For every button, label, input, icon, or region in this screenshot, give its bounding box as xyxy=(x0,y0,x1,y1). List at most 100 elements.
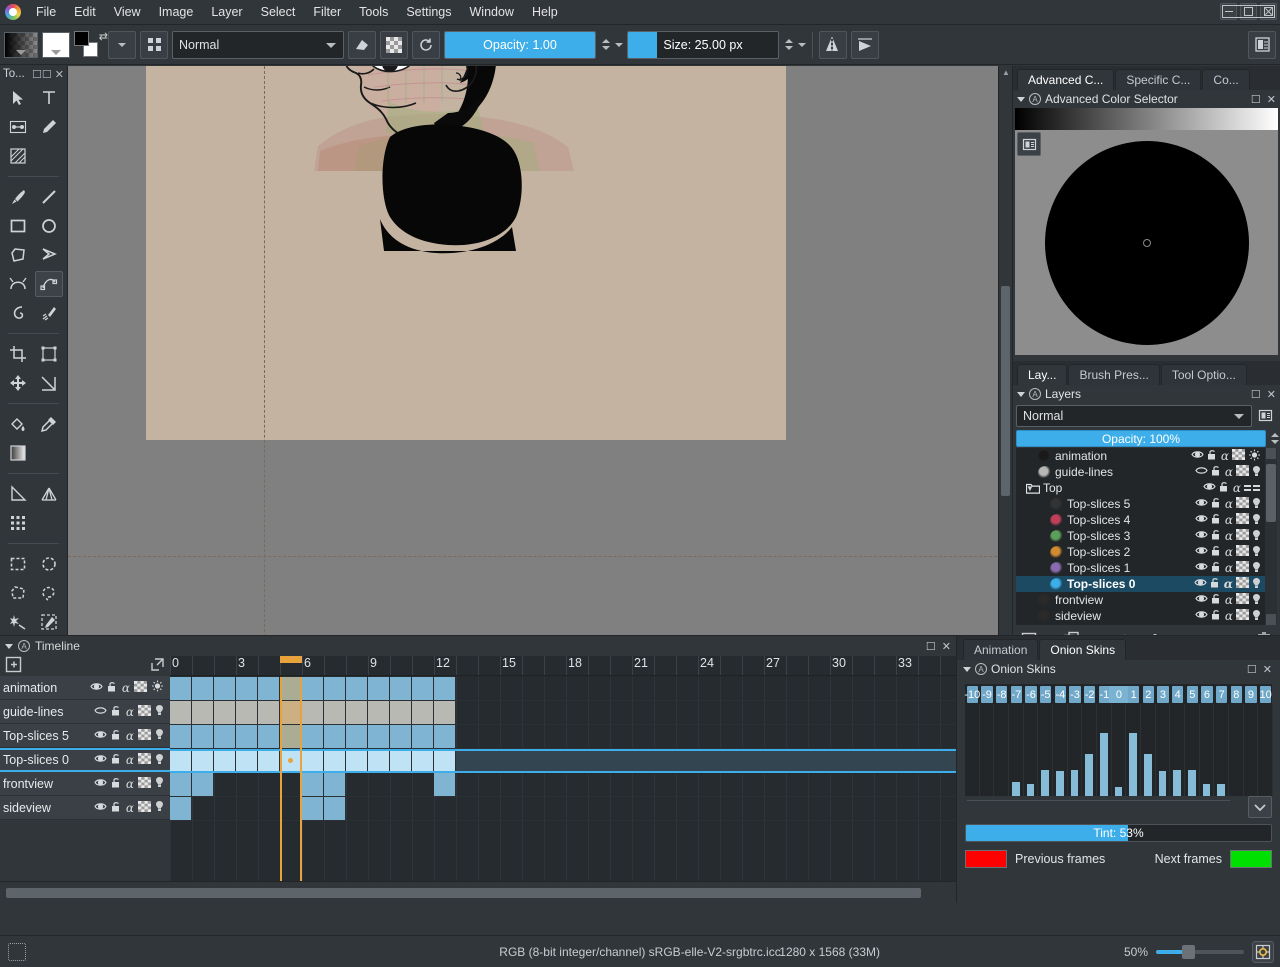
onion-skin-icon[interactable] xyxy=(151,680,164,695)
expand-group-icon[interactable]: ▼ xyxy=(1026,484,1034,493)
checker-icon[interactable] xyxy=(138,753,151,767)
timeline-keyframe-cell[interactable] xyxy=(346,677,368,701)
timeline-keyframe-cell[interactable] xyxy=(170,773,192,797)
onion-skin-icon[interactable] xyxy=(1248,449,1261,464)
size-slider[interactable]: Size: 25.00 px xyxy=(627,31,779,59)
timeline-keyframe-cell[interactable] xyxy=(192,677,214,701)
alpha-icon[interactable]: α xyxy=(1225,561,1233,575)
checker-icon[interactable] xyxy=(138,705,151,719)
tab-onion-skins[interactable]: Onion Skins xyxy=(1039,639,1126,660)
onion-skin-opacity-bar-3[interactable] xyxy=(1159,771,1167,796)
unlocked-icon[interactable] xyxy=(1211,529,1222,543)
onion-skin-offset-label--4[interactable]: -4 xyxy=(1055,686,1067,703)
visible-icon[interactable] xyxy=(94,729,107,743)
expand-timeline-icon[interactable] xyxy=(150,657,165,675)
alpha-icon[interactable]: α xyxy=(126,801,134,815)
timeline-keyframe-cell[interactable] xyxy=(192,701,214,725)
ruler-triangle-icon[interactable] xyxy=(4,481,32,507)
mirror-horizontal-icon[interactable] xyxy=(819,31,847,59)
layer-row-top-slices-4[interactable]: Top-slices 4α xyxy=(1016,512,1277,528)
unlocked-icon[interactable] xyxy=(1207,449,1218,463)
cursor-arrow-icon[interactable] xyxy=(4,85,32,111)
timeline-keyframe-cell[interactable] xyxy=(214,749,236,773)
timeline-keyframe-cell[interactable] xyxy=(236,701,258,725)
tab-layers[interactable]: Lay... xyxy=(1017,364,1067,385)
transform-icon[interactable] xyxy=(35,341,63,367)
crop-icon[interactable] xyxy=(4,341,32,367)
perspective-grid-icon[interactable] xyxy=(35,481,63,507)
timeline-keyframe-cell[interactable] xyxy=(302,797,324,821)
timeline-keyframe-cell[interactable] xyxy=(324,797,346,821)
float-dock-icon[interactable]: ☐☐ xyxy=(32,68,52,81)
onion-skin-offset-label-0[interactable]: 0 xyxy=(1109,686,1130,703)
pattern-swatch[interactable] xyxy=(42,32,70,58)
canvas-page[interactable] xyxy=(146,66,786,440)
workspace-chooser-icon[interactable] xyxy=(140,31,168,59)
alpha-icon[interactable]: α xyxy=(1225,545,1233,559)
bulb-icon[interactable] xyxy=(1252,609,1261,624)
onion-skin-column--8[interactable] xyxy=(994,704,1009,796)
collapse-caret-icon[interactable] xyxy=(5,644,13,649)
hidden-icon[interactable] xyxy=(94,705,107,719)
timeline-layer-frontview[interactable]: frontviewα xyxy=(0,772,170,796)
visible-icon[interactable] xyxy=(1191,449,1204,463)
onion-skin-offset-label-4[interactable]: 4 xyxy=(1172,686,1184,703)
timeline-keyframe-cell[interactable] xyxy=(390,725,412,749)
timeline-layer-sideview[interactable]: sideviewα xyxy=(0,796,170,820)
close-icon[interactable]: ✕ xyxy=(1267,388,1276,401)
tab-color-history[interactable]: Co... xyxy=(1202,69,1249,90)
visible-icon[interactable] xyxy=(94,753,107,767)
checker-icon[interactable] xyxy=(1236,609,1249,623)
unlocked-icon[interactable] xyxy=(107,681,118,695)
alpha-icon[interactable]: α xyxy=(126,753,134,767)
blending-modes-menu-icon[interactable] xyxy=(1255,405,1277,427)
onion-skin-opacity-bar--2[interactable] xyxy=(1085,754,1093,796)
onion-skin-offset-label-8[interactable]: 8 xyxy=(1231,686,1243,703)
onion-skin-offset-label-6[interactable]: 6 xyxy=(1201,686,1213,703)
marquee-ellipse-icon[interactable] xyxy=(35,551,63,577)
onion-skin-column--6[interactable] xyxy=(1024,704,1039,796)
maximize-icon[interactable] xyxy=(1240,3,1257,20)
calligraphy-pen-icon[interactable] xyxy=(35,114,63,140)
onion-skin-column-0[interactable] xyxy=(1112,704,1127,796)
layer-row-top-slices-3[interactable]: Top-slices 3α xyxy=(1016,528,1277,544)
timeline-keyframe-cell[interactable] xyxy=(434,773,456,797)
onion-skin-opacity-bar-6[interactable] xyxy=(1203,784,1211,796)
close-icon[interactable]: ✕ xyxy=(55,68,64,81)
timeline-keyframe-cell[interactable] xyxy=(170,701,192,725)
opacity-spinner[interactable] xyxy=(600,31,611,59)
timeline-keyframe-cell[interactable] xyxy=(192,749,214,773)
selection-mask-icon[interactable] xyxy=(8,943,26,961)
layer-row-top-slices-1[interactable]: Top-slices 1α xyxy=(1016,560,1277,576)
hatched-square-icon[interactable] xyxy=(4,143,32,169)
onion-skin-opacity-bar-0[interactable] xyxy=(1115,787,1123,796)
group-pass-icon[interactable] xyxy=(1244,481,1261,495)
layer-row-guide-lines[interactable]: guide-linesα xyxy=(1016,464,1277,480)
timeline-keyframe-cell[interactable] xyxy=(434,725,456,749)
onion-skin-opacity-bar--1[interactable] xyxy=(1100,733,1108,796)
size-dropdown-icon[interactable] xyxy=(798,43,806,47)
onion-skin-opacity-chart[interactable]: -10-9-8-7-6-5-4-3-2-1012345678910 xyxy=(965,684,1272,796)
next-frames-color-swatch[interactable] xyxy=(1230,850,1272,868)
alpha-icon[interactable]: α xyxy=(1221,449,1229,463)
marquee-polygon-icon[interactable] xyxy=(4,580,32,606)
timeline-keyframe-cell[interactable] xyxy=(236,749,258,773)
unlocked-icon[interactable] xyxy=(1211,593,1222,607)
canvas-area[interactable]: ▲ xyxy=(68,66,1012,667)
rectangle-icon[interactable] xyxy=(4,213,32,239)
timeline-layer-guide-lines[interactable]: guide-linesα xyxy=(0,700,170,724)
bulb-icon[interactable] xyxy=(1252,577,1261,592)
onion-skin-opacity-bar--3[interactable] xyxy=(1071,770,1079,796)
timeline-keyframe-cell[interactable] xyxy=(324,773,346,797)
timeline-horizontal-scrollbar[interactable] xyxy=(0,881,956,903)
timeline-grid[interactable]: 03691215182124273033363942 xyxy=(170,656,956,881)
onion-skin-offset-label-1[interactable]: 1 xyxy=(1128,686,1140,703)
marquee-rect-icon[interactable] xyxy=(4,551,32,577)
float-dock-icon[interactable]: ☐ xyxy=(1247,663,1257,676)
layer-row-top-slices-2[interactable]: Top-slices 2α xyxy=(1016,544,1277,560)
eraser-icon[interactable] xyxy=(348,31,376,59)
alpha-icon[interactable]: α xyxy=(1225,513,1233,527)
checker-icon[interactable] xyxy=(1236,497,1249,511)
timeline-keyframe-cell[interactable] xyxy=(258,701,280,725)
alpha-icon[interactable]: α xyxy=(126,705,134,719)
